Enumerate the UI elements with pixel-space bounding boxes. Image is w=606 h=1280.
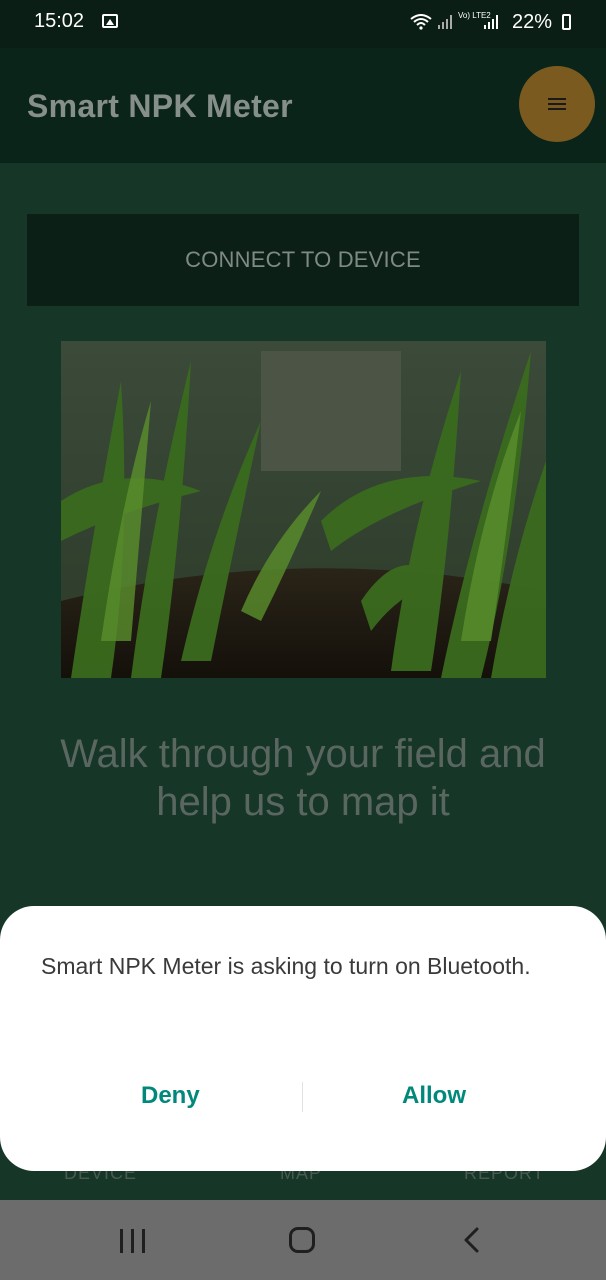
status-time: 15:02: [34, 10, 85, 32]
menu-button[interactable]: [519, 66, 595, 142]
allow-button[interactable]: Allow: [402, 1082, 466, 1110]
field-image: [61, 341, 546, 678]
system-navigation-bar: [0, 1200, 606, 1280]
gallery-icon: [102, 14, 118, 28]
home-icon[interactable]: [289, 1227, 315, 1253]
recent-apps-icon[interactable]: [120, 1229, 148, 1253]
bluetooth-permission-dialog: Smart NPK Meter is asking to turn on Blu…: [0, 906, 606, 1171]
dialog-divider: [302, 1082, 303, 1112]
back-icon[interactable]: [462, 1227, 480, 1253]
app-bar: Smart NPK Meter: [0, 48, 606, 163]
battery-percent: 22%: [512, 11, 553, 33]
signal-icon: [438, 12, 456, 33]
menu-icon: [548, 98, 566, 110]
signal-icon: [484, 12, 502, 33]
headline-text: Walk through your field and help us to m…: [60, 732, 546, 824]
battery-icon: [562, 14, 571, 30]
wifi-icon: [410, 14, 432, 35]
dialog-message: Smart NPK Meter is asking to turn on Blu…: [41, 953, 531, 979]
deny-button[interactable]: Deny: [141, 1082, 200, 1110]
connect-to-device-button[interactable]: CONNECT TO DEVICE: [27, 214, 579, 306]
app-title: Smart NPK Meter: [27, 88, 293, 124]
status-bar: 15:02 Vo) LTE2 22%: [0, 0, 606, 48]
